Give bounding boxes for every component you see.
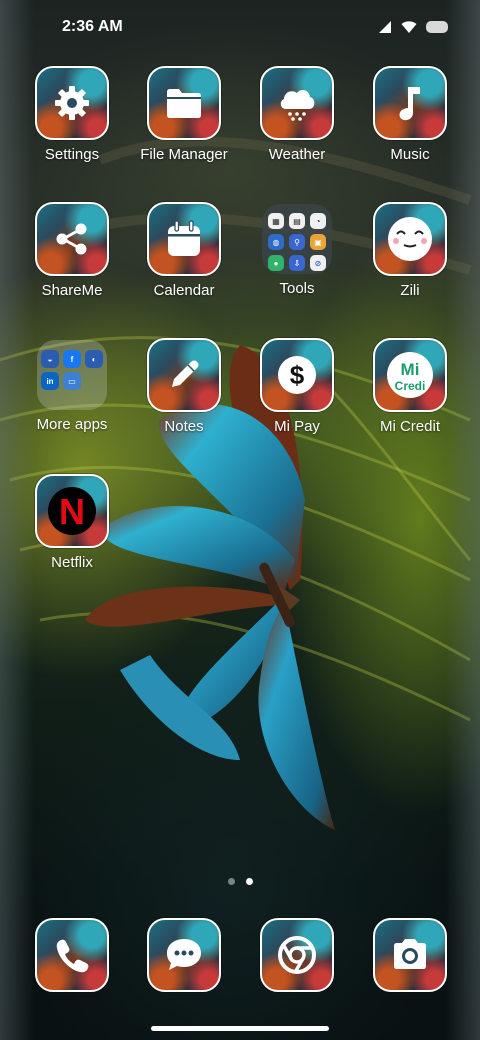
app-label: Mi Pay: [274, 418, 320, 435]
share-icon: [56, 223, 87, 255]
mini-app-icon: ▦: [268, 213, 284, 229]
app-label: File Manager: [140, 146, 228, 163]
app-file-manager[interactable]: File Manager: [129, 66, 239, 182]
app-music[interactable]: Music: [355, 66, 465, 182]
app-calendar[interactable]: Calendar: [129, 202, 239, 318]
app-label: ShareMe: [41, 282, 103, 299]
app-label: Weather: [268, 146, 326, 163]
dock-camera[interactable]: [355, 918, 465, 998]
app-weather[interactable]: Weather: [242, 66, 352, 182]
phone-app-icon: [35, 918, 109, 992]
netflix-app-icon: N: [35, 474, 109, 548]
app-netflix[interactable]: N Netflix: [17, 474, 127, 590]
battery-icon: [426, 21, 448, 33]
cloud-rain-icon: [280, 89, 315, 121]
mini-app-icon: ▭: [63, 372, 81, 390]
dock-messages[interactable]: [129, 918, 239, 998]
mini-app-icon: ⇩: [289, 255, 305, 271]
folder-icon: [167, 89, 201, 118]
app-label: Notes: [164, 418, 204, 435]
app-mi-pay[interactable]: $ Mi Pay: [242, 338, 352, 454]
mini-app-icon: ▤: [289, 213, 305, 229]
message-icon: [167, 939, 201, 970]
phone-icon: [56, 939, 89, 973]
wifi-icon: [401, 21, 417, 33]
mini-app-icon: ◍: [268, 234, 284, 250]
app-settings[interactable]: Settings: [17, 66, 127, 182]
folder-more-apps[interactable]: ◒ f ◐ in ▭ More apps: [17, 338, 127, 454]
cellular-signal-icon: [379, 21, 391, 33]
shareme-app-icon: [35, 202, 109, 276]
mini-app-icon: ●: [268, 255, 284, 271]
music-note-icon: [399, 87, 420, 121]
more-apps-folder-icon: ◒ f ◐ in ▭: [37, 340, 107, 410]
gesture-navigation-bar[interactable]: [151, 1026, 329, 1031]
mini-app-icon: ⚲: [289, 234, 305, 250]
camera-app-icon: [373, 918, 447, 992]
music-app-icon: [373, 66, 447, 140]
zili-app-icon: [373, 202, 447, 276]
app-notes[interactable]: Notes: [129, 338, 239, 454]
mi-pay-app-icon: $: [260, 338, 334, 412]
app-label: Netflix: [51, 554, 93, 571]
netflix-logo-letter: N: [59, 491, 85, 532]
calendar-icon: [168, 220, 200, 256]
mini-app-icon: ⊘: [310, 255, 326, 271]
app-shareme[interactable]: ShareMe: [17, 202, 127, 318]
dollar-icon: $: [278, 356, 316, 394]
notes-app-icon: [147, 338, 221, 412]
page-dot[interactable]: [227, 878, 235, 885]
file-manager-app-icon: [147, 66, 221, 140]
settings-app-icon: [35, 66, 109, 140]
messages-app-icon: [147, 918, 221, 992]
dock-phone[interactable]: [17, 918, 127, 998]
mi-credit-logo-line2: Credi: [395, 379, 426, 393]
weather-app-icon: [260, 66, 334, 140]
mini-app-icon: f: [63, 350, 81, 368]
app-label: Settings: [44, 146, 100, 163]
pencil-icon: [172, 360, 199, 387]
page-indicator: [0, 878, 480, 885]
app-label: Music: [390, 146, 430, 163]
dock-chrome[interactable]: [242, 918, 352, 998]
app-label: More apps: [36, 416, 108, 433]
mini-app-icon: in: [41, 372, 59, 390]
app-label: Zili: [400, 282, 420, 299]
folder-tools[interactable]: ▦ ▤ ◔ ◍ ⚲ ▣ ● ⇩ ⊘ Tools: [242, 202, 352, 318]
gear-icon: [55, 86, 89, 120]
app-zili[interactable]: Zili: [355, 202, 465, 318]
chrome-app-icon: [260, 918, 334, 992]
mini-app-icon: ▣: [310, 234, 326, 250]
zili-face-icon: [388, 217, 432, 261]
calendar-app-icon: [147, 202, 221, 276]
status-time: 2:36 AM: [62, 18, 123, 35]
app-label: Tools: [279, 280, 315, 297]
mi-credit-app-icon: Mi Credi: [373, 338, 447, 412]
app-label: Mi Credit: [379, 418, 440, 435]
svg-text:$: $: [290, 360, 305, 390]
page-dot-active[interactable]: [245, 878, 253, 885]
status-bar: 2:36 AM: [0, 0, 480, 56]
tools-folder-icon: ▦ ▤ ◔ ◍ ⚲ ▣ ● ⇩ ⊘: [262, 204, 332, 274]
app-mi-credit[interactable]: Mi Credi Mi Credit: [355, 338, 465, 454]
mi-credit-icon: Mi Credi: [387, 352, 433, 398]
status-icons: [378, 20, 448, 34]
netflix-icon: N: [48, 487, 96, 535]
mini-app-icon: ◒: [41, 350, 59, 368]
mini-app-icon: ◔: [310, 213, 326, 229]
chrome-icon: [278, 936, 316, 974]
mini-app-icon: ◐: [85, 350, 103, 368]
mi-credit-logo-line1: Mi: [401, 360, 420, 379]
app-label: Calendar: [153, 282, 215, 299]
camera-icon: [394, 939, 426, 969]
